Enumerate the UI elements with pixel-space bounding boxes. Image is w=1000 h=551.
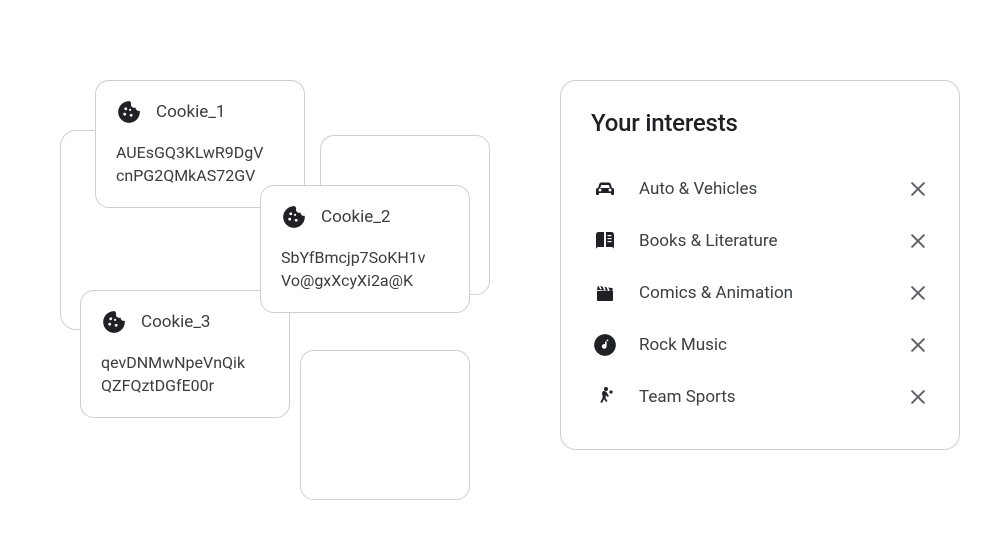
cookie-card-2: Cookie_2 SbYfBmcjp7SoKH1v Vo@gxXcyXi2a@K bbox=[260, 185, 470, 313]
remove-interest-button[interactable] bbox=[907, 334, 929, 356]
interests-panel: Your interests Auto & Vehicles Books & L… bbox=[560, 80, 960, 450]
interest-label: Comics & Animation bbox=[639, 283, 887, 303]
interest-label: Books & Literature bbox=[639, 231, 887, 251]
cookie-name: Cookie_3 bbox=[141, 312, 210, 332]
interest-row-comics: Comics & Animation bbox=[591, 267, 929, 319]
remove-interest-button[interactable] bbox=[907, 282, 929, 304]
cookie-value: qevDNMwNpeVnQik QZFQztDGfE00r bbox=[101, 351, 269, 397]
cookie-name: Cookie_2 bbox=[321, 207, 390, 227]
interest-row-books: Books & Literature bbox=[591, 215, 929, 267]
music-note-icon bbox=[591, 331, 619, 359]
remove-interest-button[interactable] bbox=[907, 386, 929, 408]
cookie-icon bbox=[116, 99, 142, 125]
remove-interest-button[interactable] bbox=[907, 178, 929, 200]
interests-title: Your interests bbox=[591, 109, 929, 137]
interest-label: Rock Music bbox=[639, 335, 887, 355]
cookie-value: SbYfBmcjp7SoKH1v Vo@gxXcyXi2a@K bbox=[281, 246, 449, 292]
interest-row-sports: Team Sports bbox=[591, 371, 929, 423]
interest-row-auto: Auto & Vehicles bbox=[591, 163, 929, 215]
clapboard-icon bbox=[591, 279, 619, 307]
cookie-icon bbox=[281, 204, 307, 230]
book-icon bbox=[591, 227, 619, 255]
cookie-card-ghost bbox=[300, 350, 470, 500]
interest-label: Auto & Vehicles bbox=[639, 179, 887, 199]
car-icon bbox=[591, 175, 619, 203]
cookie-value: AUEsGQ3KLwR9DgV cnPG2QMkAS72GV bbox=[116, 141, 284, 187]
cookie-icon bbox=[101, 309, 127, 335]
cookie-name: Cookie_1 bbox=[156, 102, 225, 122]
cookie-card-3: Cookie_3 qevDNMwNpeVnQik QZFQztDGfE00r bbox=[80, 290, 290, 418]
handball-icon bbox=[591, 383, 619, 411]
remove-interest-button[interactable] bbox=[907, 230, 929, 252]
interest-label: Team Sports bbox=[639, 387, 887, 407]
interest-row-music: Rock Music bbox=[591, 319, 929, 371]
